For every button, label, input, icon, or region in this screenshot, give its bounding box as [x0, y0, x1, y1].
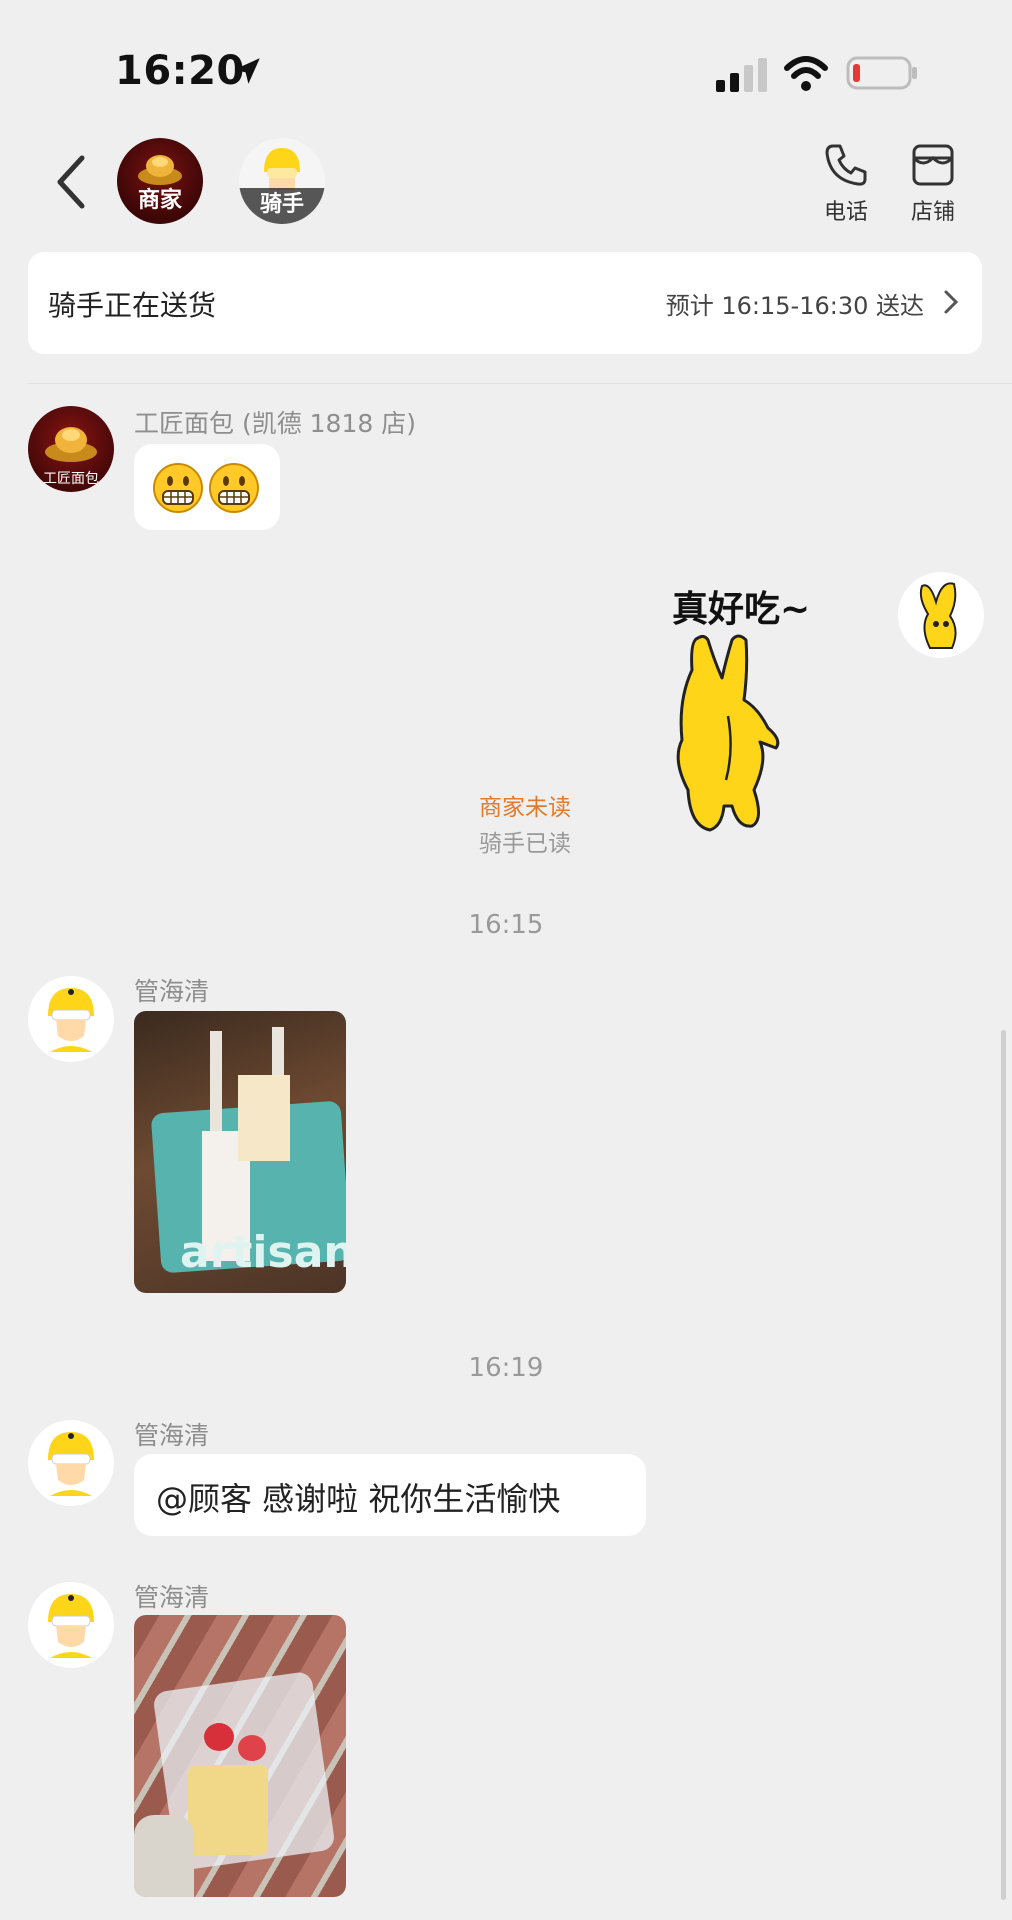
scrollbar[interactable] — [1001, 1030, 1006, 1900]
strawberry-shape — [238, 1735, 266, 1761]
sender-name-shop: 工匠面包 (凯德 1818 店) — [134, 409, 416, 438]
call-button[interactable]: 电话 — [806, 142, 886, 226]
timestamp: 16:15 — [468, 910, 544, 940]
timestamp: 16:19 — [468, 1353, 544, 1383]
phone-icon — [825, 144, 867, 186]
sender-name-rider: 管海清 — [134, 977, 210, 1006]
rider-message-avatar[interactable] — [28, 1582, 114, 1668]
cellular-signal-icon — [716, 58, 767, 92]
header-divider — [28, 383, 1012, 384]
rider-read-status: 骑手已读 — [479, 831, 571, 857]
delivery-photo-bag[interactable]: artisan — [134, 1011, 346, 1293]
grin-emoji-icon — [209, 463, 259, 513]
rider-avatar[interactable]: 骑手 — [239, 138, 325, 224]
grin-emoji-icon — [153, 463, 203, 513]
shop-avatar-label: 商家 — [137, 188, 182, 213]
sender-name-rider: 管海清 — [134, 1583, 210, 1612]
delivery-photo-cake[interactable] — [134, 1615, 346, 1897]
wifi-icon — [784, 56, 828, 91]
rider-avatar-label: 骑手 — [239, 188, 325, 224]
rider-text-bubble[interactable]: @顾客 感谢啦 祝你生活愉快 — [134, 1454, 646, 1536]
shop-avatar-text: 工匠面包 — [43, 471, 99, 487]
my-avatar[interactable] — [898, 572, 984, 658]
rider-helmet-icon — [48, 988, 94, 1052]
rider-message-avatar[interactable] — [28, 976, 114, 1062]
status-time: 16:20 — [115, 48, 245, 94]
rider-message-avatar[interactable] — [28, 1420, 114, 1506]
sticker-caption: 真好吃~ — [672, 589, 811, 630]
delivery-status-text: 骑手正在送货 — [48, 289, 217, 322]
store-button-label: 店铺 — [910, 200, 955, 225]
store-button[interactable]: 店铺 — [893, 142, 973, 226]
rider-message-text: @顾客 感谢啦 祝你生活愉快 — [156, 1480, 561, 1518]
emoji-message-bubble[interactable] — [134, 444, 280, 530]
hand-shape — [134, 1815, 194, 1897]
bag-brand-text: artisan — [180, 1227, 346, 1278]
sender-name-rider: 管海清 — [134, 1421, 210, 1450]
receipt-label — [238, 1075, 290, 1161]
store-icon — [912, 144, 954, 186]
delivery-eta-text: 预计 16:15-16:30 送达 — [665, 292, 924, 320]
shop-avatar[interactable]: 商家 — [117, 138, 203, 224]
chevron-right-icon — [944, 290, 959, 314]
shop-message-avatar[interactable]: 工匠面包 — [28, 406, 114, 492]
cake-slice-shape — [188, 1765, 268, 1855]
merchant-read-status: 商家未读 — [479, 795, 571, 821]
strawberry-shape — [204, 1723, 234, 1751]
yellow-kangaroo-icon — [919, 582, 957, 649]
call-button-label: 电话 — [823, 200, 868, 225]
battery-low-icon — [846, 56, 917, 90]
kangaroo-sticker[interactable] — [668, 630, 784, 836]
back-chevron-icon[interactable] — [52, 152, 92, 212]
rider-helmet-icon — [264, 148, 300, 190]
delivery-status-card[interactable]: 骑手正在送货 预计 16:15-16:30 送达 — [28, 252, 982, 354]
gold-ingot-icon — [45, 427, 97, 462]
rider-helmet-icon — [48, 1432, 94, 1496]
location-arrow-icon — [234, 58, 260, 84]
rider-helmet-icon — [48, 1594, 94, 1658]
